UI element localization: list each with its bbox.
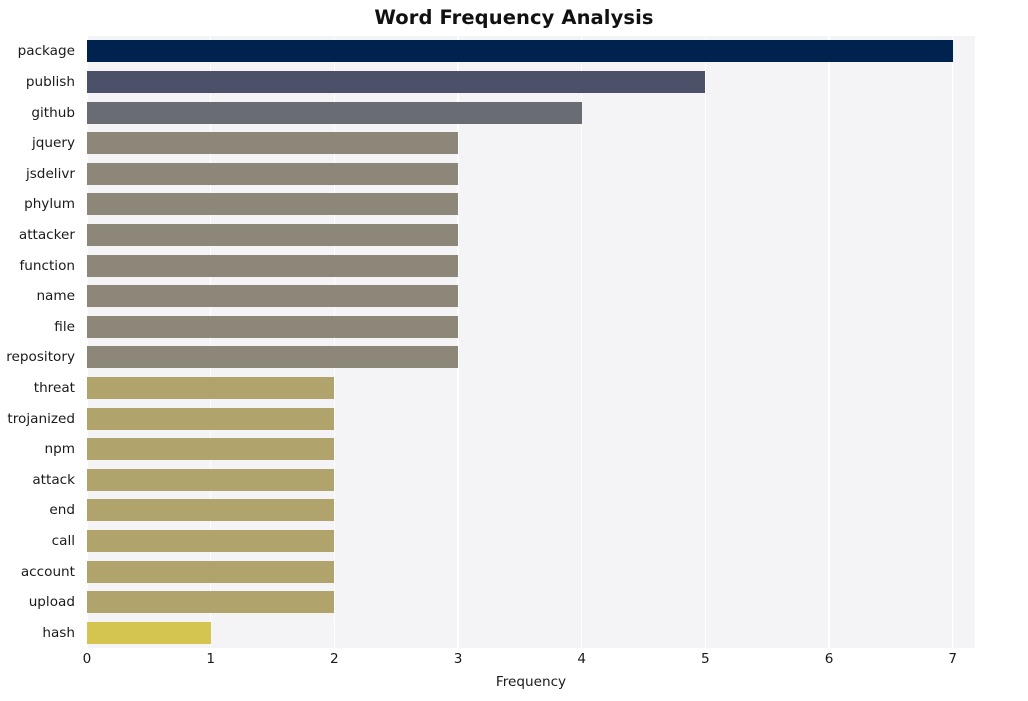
bar-row [87,315,975,338]
bar-package [87,40,953,63]
bar-function [87,254,459,277]
y-tick-label-upload: upload [28,594,75,611]
bar-row [87,560,975,583]
plot-area [87,36,975,648]
x-tick-label-2: 2 [330,651,339,667]
chart-figure: Word Frequency Analysis package publish gi… [0,0,1028,701]
bar-jquery [87,132,459,155]
y-tick-label-function: function [19,257,75,274]
x-tick-label-4: 4 [577,651,587,667]
bar-phylum [87,193,459,216]
bar-row [87,40,975,63]
bar-upload [87,591,335,614]
x-tick-label-7: 7 [948,651,958,667]
y-tick-label-end: end [49,502,75,519]
bar-publish [87,70,706,93]
y-tick-label-call: call [51,532,75,549]
x-tick-label-3: 3 [453,651,463,667]
bar-file [87,315,459,338]
bar-repository [87,346,459,369]
bar-end [87,499,335,522]
bar-jsdelivr [87,162,459,185]
bar-row [87,376,975,399]
bar-trojanized [87,407,335,430]
bar-row [87,285,975,308]
y-tick-label-jquery: jquery [31,135,75,152]
bar-row [87,162,975,185]
bar-row [87,407,975,430]
x-axis-title: Frequency [495,674,567,690]
bar-row [87,101,975,124]
bar-github [87,101,582,124]
bar-row [87,346,975,369]
y-tick-label-file: file [54,318,75,335]
bar-row [87,223,975,246]
y-tick-label-trojanized: trojanized [7,410,75,427]
y-tick-label-hash: hash [42,624,75,641]
y-tick-label-jsdelivr: jsdelivr [25,165,75,182]
y-tick-label-attacker: attacker [18,226,75,243]
bar-row [87,193,975,216]
bar-name [87,285,459,308]
bar-row [87,468,975,491]
bar-row [87,499,975,522]
x-tick-label-5: 5 [701,651,710,667]
y-tick-label-threat: threat [33,379,75,396]
bar-row [87,621,975,644]
y-axis-tick-labels: package publish github jquery jsdelivr phylum… [0,36,81,648]
bar-account [87,560,335,583]
x-axis-tick-labels: 0 1 2 3 4 5 6 7 [83,651,975,673]
y-tick-label-package: package [17,43,75,60]
y-tick-label-publish: publish [25,73,75,90]
y-tick-label-name: name [36,288,75,305]
x-tick-label-6: 6 [824,651,834,667]
bar-hash [87,621,211,644]
bar-row [87,529,975,552]
x-tick-label-0: 0 [82,651,92,667]
bar-attacker [87,223,459,246]
y-tick-label-npm: npm [44,441,76,458]
bar-attack [87,468,335,491]
bar-row [87,254,975,277]
bar-row [87,132,975,155]
y-tick-label-account: account [20,563,75,580]
bar-call [87,529,335,552]
bar-threat [87,376,335,399]
y-tick-label-github: github [31,104,75,121]
y-tick-label-phylum: phylum [24,196,75,213]
bars-container [87,36,975,648]
y-tick-label-attack: attack [32,471,75,488]
bar-row [87,70,975,93]
y-tick-label-repository: repository [6,349,75,366]
page-title: Word Frequency Analysis [374,6,654,29]
bar-npm [87,438,335,461]
bar-row [87,438,975,461]
x-tick-label-1: 1 [206,651,215,667]
bar-row [87,591,975,614]
